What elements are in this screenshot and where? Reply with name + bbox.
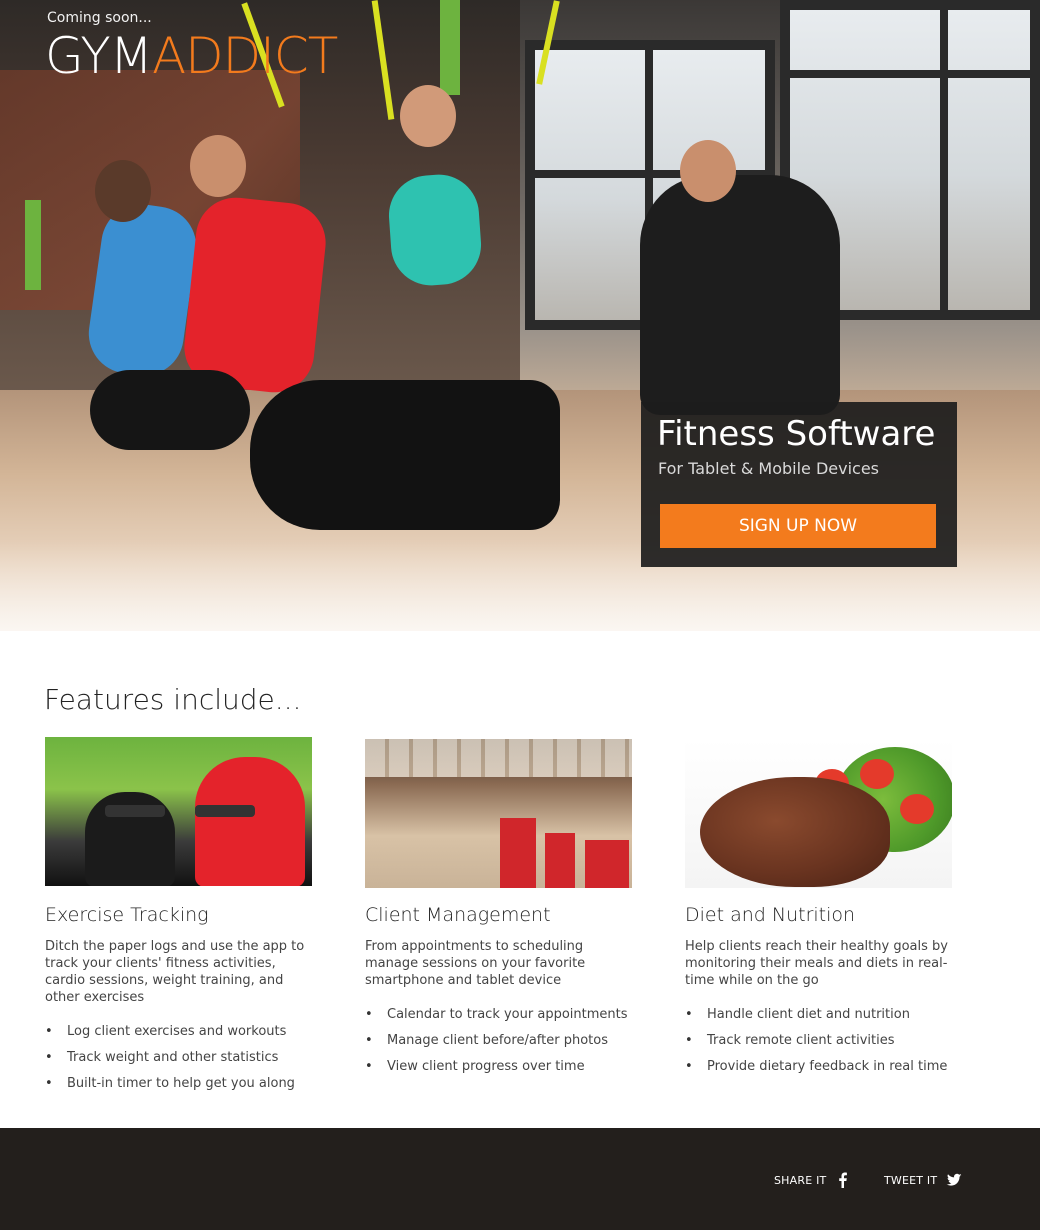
feature-image-exercise xyxy=(45,737,312,886)
hero-background-accent xyxy=(440,0,460,95)
feature-bullet: Track weight and other statistics xyxy=(45,1045,325,1071)
brand-logo-part2: ADDICT xyxy=(151,27,338,85)
hero-person-teal xyxy=(386,171,484,289)
footer: SHARE IT TWEET IT xyxy=(0,1128,1040,1230)
hero-person-legs xyxy=(90,370,250,450)
signup-panel: Fitness Software For Tablet & Mobile Dev… xyxy=(641,402,957,567)
feature-bullet: Provide dietary feedback in real time xyxy=(685,1054,965,1080)
feature-description: From appointments to scheduling manage s… xyxy=(365,939,586,988)
feature-description: Help clients reach their healthy goals b… xyxy=(685,939,948,988)
feature-bullet: Manage client before/after photos xyxy=(365,1028,645,1054)
feature-bullet-list: Log client exercises and workouts Track … xyxy=(45,1019,325,1097)
hero-person-head xyxy=(400,85,456,147)
feature-description: Ditch the paper logs and use the app to … xyxy=(45,939,305,1005)
feature-title: Exercise Tracking xyxy=(45,904,209,926)
feature-title: Client Management xyxy=(365,904,551,926)
tweet-label: TWEET IT xyxy=(884,1173,938,1187)
feature-bullet: Built-in timer to help get you along xyxy=(45,1071,325,1097)
feature-bullet: Calendar to track your appointments xyxy=(365,1002,645,1028)
share-label: SHARE IT xyxy=(774,1173,827,1187)
facebook-icon xyxy=(834,1171,852,1189)
hero-person-head xyxy=(190,135,246,197)
feature-diet-nutrition: Diet and Nutrition Help clients reach th… xyxy=(685,737,965,1080)
share-facebook-link[interactable]: SHARE IT xyxy=(774,1171,852,1189)
feature-bullet: Log client exercises and workouts xyxy=(45,1019,325,1045)
hero-person-head xyxy=(680,140,736,202)
feature-title: Diet and Nutrition xyxy=(685,904,856,926)
feature-bullet: Track remote client activities xyxy=(685,1028,965,1054)
tweet-twitter-link[interactable]: TWEET IT xyxy=(884,1171,963,1189)
feature-image-gym xyxy=(365,739,632,888)
brand-logo[interactable]: GYMADDICT xyxy=(45,27,338,85)
hero-person-legs xyxy=(250,380,560,530)
features-heading: Features include... xyxy=(44,683,302,716)
signup-subtitle: For Tablet & Mobile Devices xyxy=(658,459,880,478)
brand-logo-part1: GYM xyxy=(45,27,153,85)
hero-coach xyxy=(640,175,840,415)
feature-bullet-list: Handle client diet and nutrition Track r… xyxy=(685,1002,965,1080)
hero-background-accent xyxy=(25,200,41,290)
sign-up-button[interactable]: SIGN UP NOW xyxy=(660,504,936,548)
hero-person-head xyxy=(95,160,151,222)
brand-tagline: Coming soon... xyxy=(47,10,152,26)
twitter-icon xyxy=(945,1171,963,1189)
feature-exercise-tracking: Exercise Tracking Ditch the paper logs a… xyxy=(45,737,325,1097)
hero-person-red xyxy=(180,193,330,397)
feature-image-food xyxy=(685,739,952,888)
feature-client-management: Client Management From appointments to s… xyxy=(365,737,645,1080)
signup-title: Fitness Software xyxy=(657,414,936,454)
feature-bullet: Handle client diet and nutrition xyxy=(685,1002,965,1028)
hero-banner: Coming soon... GYMADDICT Fitness Softwar… xyxy=(0,0,1040,631)
feature-bullet-list: Calendar to track your appointments Mana… xyxy=(365,1002,645,1080)
feature-bullet: View client progress over time xyxy=(365,1054,645,1080)
